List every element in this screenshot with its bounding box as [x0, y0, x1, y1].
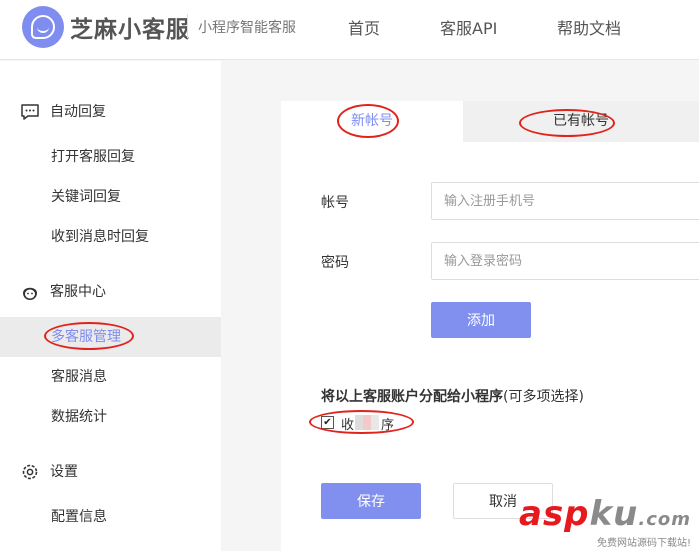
gear-icon	[22, 464, 38, 480]
brand-subtitle: 小程序智能客服	[198, 20, 296, 36]
sidebar-item-keyword-reply[interactable]: 关键词回复	[0, 177, 221, 217]
checkbox-label-end: 序	[381, 418, 395, 433]
miniprogram-checkbox-label: 收	[341, 414, 354, 433]
watermark-logo: aspku.com	[519, 494, 691, 534]
brand-divider	[187, 14, 188, 38]
add-button[interactable]: 添加	[431, 302, 531, 338]
nav-api[interactable]: 客服API	[440, 15, 497, 39]
chat-bubble-icon	[21, 104, 39, 120]
sidebar-group-label: 客服中心	[50, 284, 106, 300]
nav-docs[interactable]: 帮助文档	[557, 15, 621, 39]
miniprogram-checkbox[interactable]: ✔	[321, 416, 334, 429]
password-label: 密码	[321, 255, 349, 271]
assign-title: 将以上客服账户分配给小程序(可多项选择)	[321, 386, 584, 406]
nav-home[interactable]: 首页	[348, 15, 380, 39]
sidebar-item-config[interactable]: 配置信息	[0, 497, 221, 537]
sidebar-item-statistics[interactable]: 数据统计	[0, 397, 221, 437]
tab-new-account[interactable]: 新帐号	[281, 101, 463, 142]
password-input[interactable]	[431, 242, 699, 280]
assign-title-main: 将以上客服账户分配给小程序	[321, 389, 503, 405]
logo-icon[interactable]	[22, 6, 64, 48]
tab-existing-account[interactable]: 已有帐号	[463, 101, 699, 142]
top-header: 芝麻小客服 小程序智能客服 首页 客服API 帮助文档	[0, 0, 699, 60]
account-label: 帐号	[321, 195, 349, 211]
agent-avatar-icon	[23, 287, 37, 300]
brand-name[interactable]: 芝麻小客服	[70, 10, 190, 44]
redacted-text	[355, 415, 379, 430]
sidebar-group-label: 设置	[50, 464, 78, 480]
sidebar-item-message-reply[interactable]: 收到消息时回复	[0, 217, 221, 257]
tab-bar: 新帐号 已有帐号	[281, 101, 699, 142]
site-watermark: aspku.com 免费网站源码下载站!	[519, 494, 691, 549]
sidebar-item-service-messages[interactable]: 客服消息	[0, 357, 221, 397]
sidebar: 自动回复 打开客服回复 关键词回复 收到消息时回复 客服中心 多客服管理 客服消…	[0, 61, 221, 551]
assign-title-hint: (可多项选择)	[503, 389, 584, 405]
save-button[interactable]: 保存	[321, 483, 421, 519]
sidebar-item-multi-agent[interactable]: 多客服管理	[0, 317, 221, 357]
account-input[interactable]	[431, 182, 699, 220]
checkbox-label-start: 收	[341, 418, 355, 433]
sidebar-item-open-reply[interactable]: 打开客服回复	[0, 137, 221, 177]
watermark-tagline: 免费网站源码下载站!	[596, 538, 691, 549]
main-panel: 新帐号 已有帐号 帐号 密码 添加 将以上客服账户分配给小程序(可多项选择) ✔…	[281, 101, 699, 551]
sidebar-group-label: 自动回复	[50, 104, 106, 120]
